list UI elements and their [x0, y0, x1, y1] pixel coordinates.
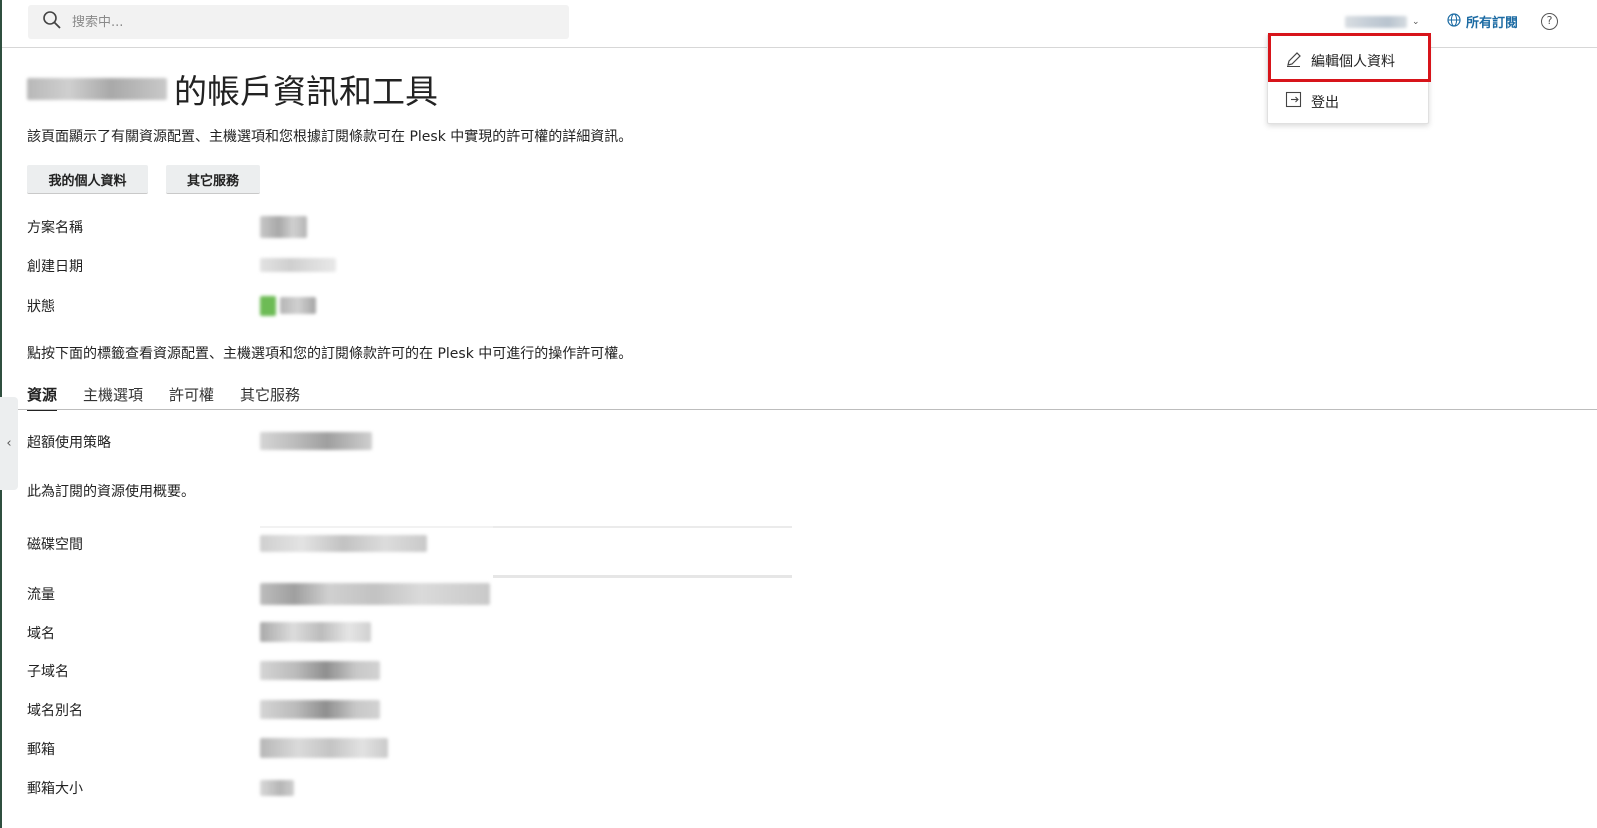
subdomains-value-redacted	[260, 661, 380, 680]
traffic-value-redacted	[260, 583, 490, 605]
status-label: 狀態	[27, 299, 55, 315]
logout-menu-item[interactable]: 登出	[1268, 81, 1428, 121]
traffic-label: 流量	[27, 587, 55, 603]
domain-aliases-value-redacted	[260, 700, 380, 719]
domain-aliases-label: 域名別名	[27, 703, 83, 719]
search-input[interactable]	[72, 14, 532, 30]
disk-usage-bar-bottom	[493, 575, 792, 578]
plan-name-label: 方案名稱	[27, 220, 83, 236]
chevron-down-icon: ⌄	[1412, 17, 1420, 27]
tab-resources[interactable]: 資源	[27, 384, 58, 411]
mailbox-size-value-redacted	[260, 780, 294, 796]
disk-space-value-redacted	[260, 535, 427, 552]
user-menu-button[interactable]: ⌄	[1345, 13, 1420, 31]
all-subscriptions-label: 所有訂閱	[1466, 16, 1519, 31]
search-box[interactable]	[28, 5, 569, 39]
tab-bar: 資源 主機選項 許可權 其它服務	[27, 384, 326, 411]
domains-value-redacted	[260, 622, 371, 642]
page-title-text: 的帳戶資訊和工具	[174, 72, 438, 111]
my-profile-button[interactable]: 我的個人資料	[27, 165, 148, 194]
help-icon[interactable]: ?	[1541, 13, 1558, 30]
subdomains-label: 子域名	[27, 664, 69, 680]
mailboxes-label: 郵箱	[27, 742, 55, 758]
account-name-redacted	[27, 78, 167, 100]
overuse-policy-label: 超額使用策略	[27, 435, 111, 451]
domains-label: 域名	[27, 626, 55, 642]
mailboxes-value-redacted	[260, 738, 388, 758]
search-icon	[42, 10, 62, 34]
tab-hosting-options[interactable]: 主機選項	[83, 384, 143, 410]
highlight-box	[1268, 33, 1431, 82]
status-value-redacted	[280, 297, 316, 314]
tabs-hint: 點按下面的標籤查看資源配置、主機選項和您的訂閱條款許可的在 Plesk 中可進行…	[27, 346, 633, 362]
resource-summary: 此為訂閱的資源使用概要。	[27, 484, 195, 500]
overuse-policy-value-redacted	[260, 432, 372, 450]
tabs-divider	[18, 409, 1597, 410]
chevron-left-icon: ‹	[6, 436, 12, 451]
tab-other-services[interactable]: 其它服務	[240, 384, 300, 410]
disk-usage-bar-top	[493, 526, 792, 528]
created-date-label: 創建日期	[27, 259, 83, 275]
page-title: 的帳戶資訊和工具	[27, 66, 438, 112]
page-description: 該頁面顯示了有關資源配置、主機選項和您根據訂閱條款可在 Plesk 中實現的許可…	[27, 129, 633, 145]
status-ok-icon	[260, 296, 276, 316]
mailbox-size-label: 郵箱大小	[27, 781, 83, 797]
logout-icon	[1285, 91, 1311, 112]
tab-permissions[interactable]: 許可權	[169, 384, 214, 410]
sidebar-collapse-handle[interactable]: ‹	[0, 397, 18, 490]
logout-label: 登出	[1311, 94, 1339, 111]
disk-usage-bar-fill	[260, 526, 493, 528]
all-subscriptions-link[interactable]: 所有訂閱	[1447, 12, 1518, 31]
plan-name-value-redacted	[260, 216, 307, 238]
disk-space-label: 磁碟空間	[27, 537, 83, 553]
username-redacted	[1345, 16, 1407, 28]
globe-icon	[1447, 12, 1466, 31]
created-date-value-redacted	[260, 258, 336, 272]
other-services-button[interactable]: 其它服務	[166, 165, 260, 194]
